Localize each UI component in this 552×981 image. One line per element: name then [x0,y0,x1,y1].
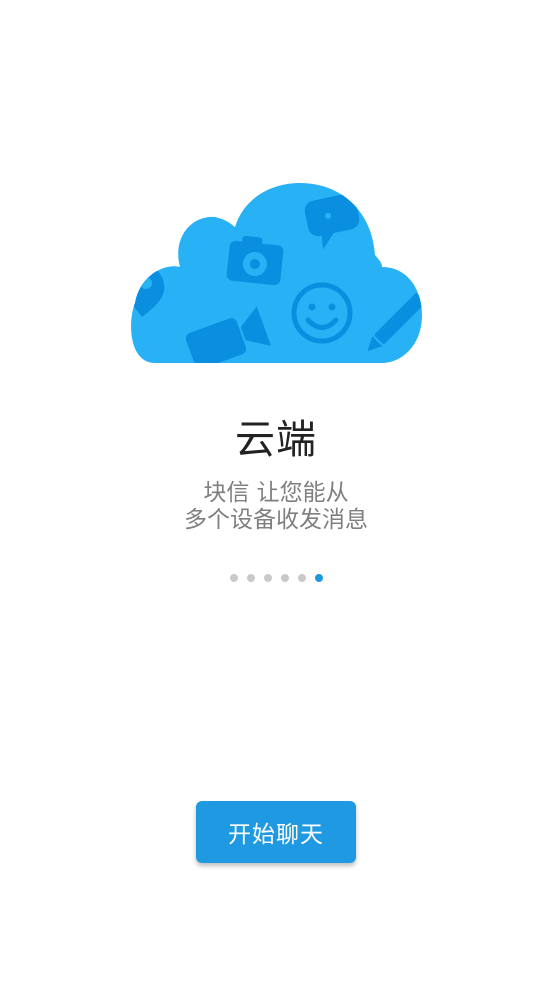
page-dot-4[interactable] [280,574,289,582]
page-dot-1[interactable] [229,574,238,582]
page-title: 云端 [235,417,317,463]
cloud-illustration [131,183,423,363]
page-dot-6-active[interactable] [314,574,323,582]
page-indicator [0,574,552,584]
page-dot-3[interactable] [263,574,272,582]
start-chat-button[interactable]: 开始聊天 [196,801,356,863]
page-dot-2[interactable] [246,574,255,582]
onboarding-screen: 云端 块信 让您能从 多个设备收发消息 开始聊天 [0,0,552,981]
page-dot-5[interactable] [297,574,306,582]
description-line-2: 多个设备收发消息 [184,507,368,533]
page-description: 块信 让您能从 多个设备收发消息 [0,480,552,534]
description-line-1: 块信 让您能从 [203,480,349,506]
